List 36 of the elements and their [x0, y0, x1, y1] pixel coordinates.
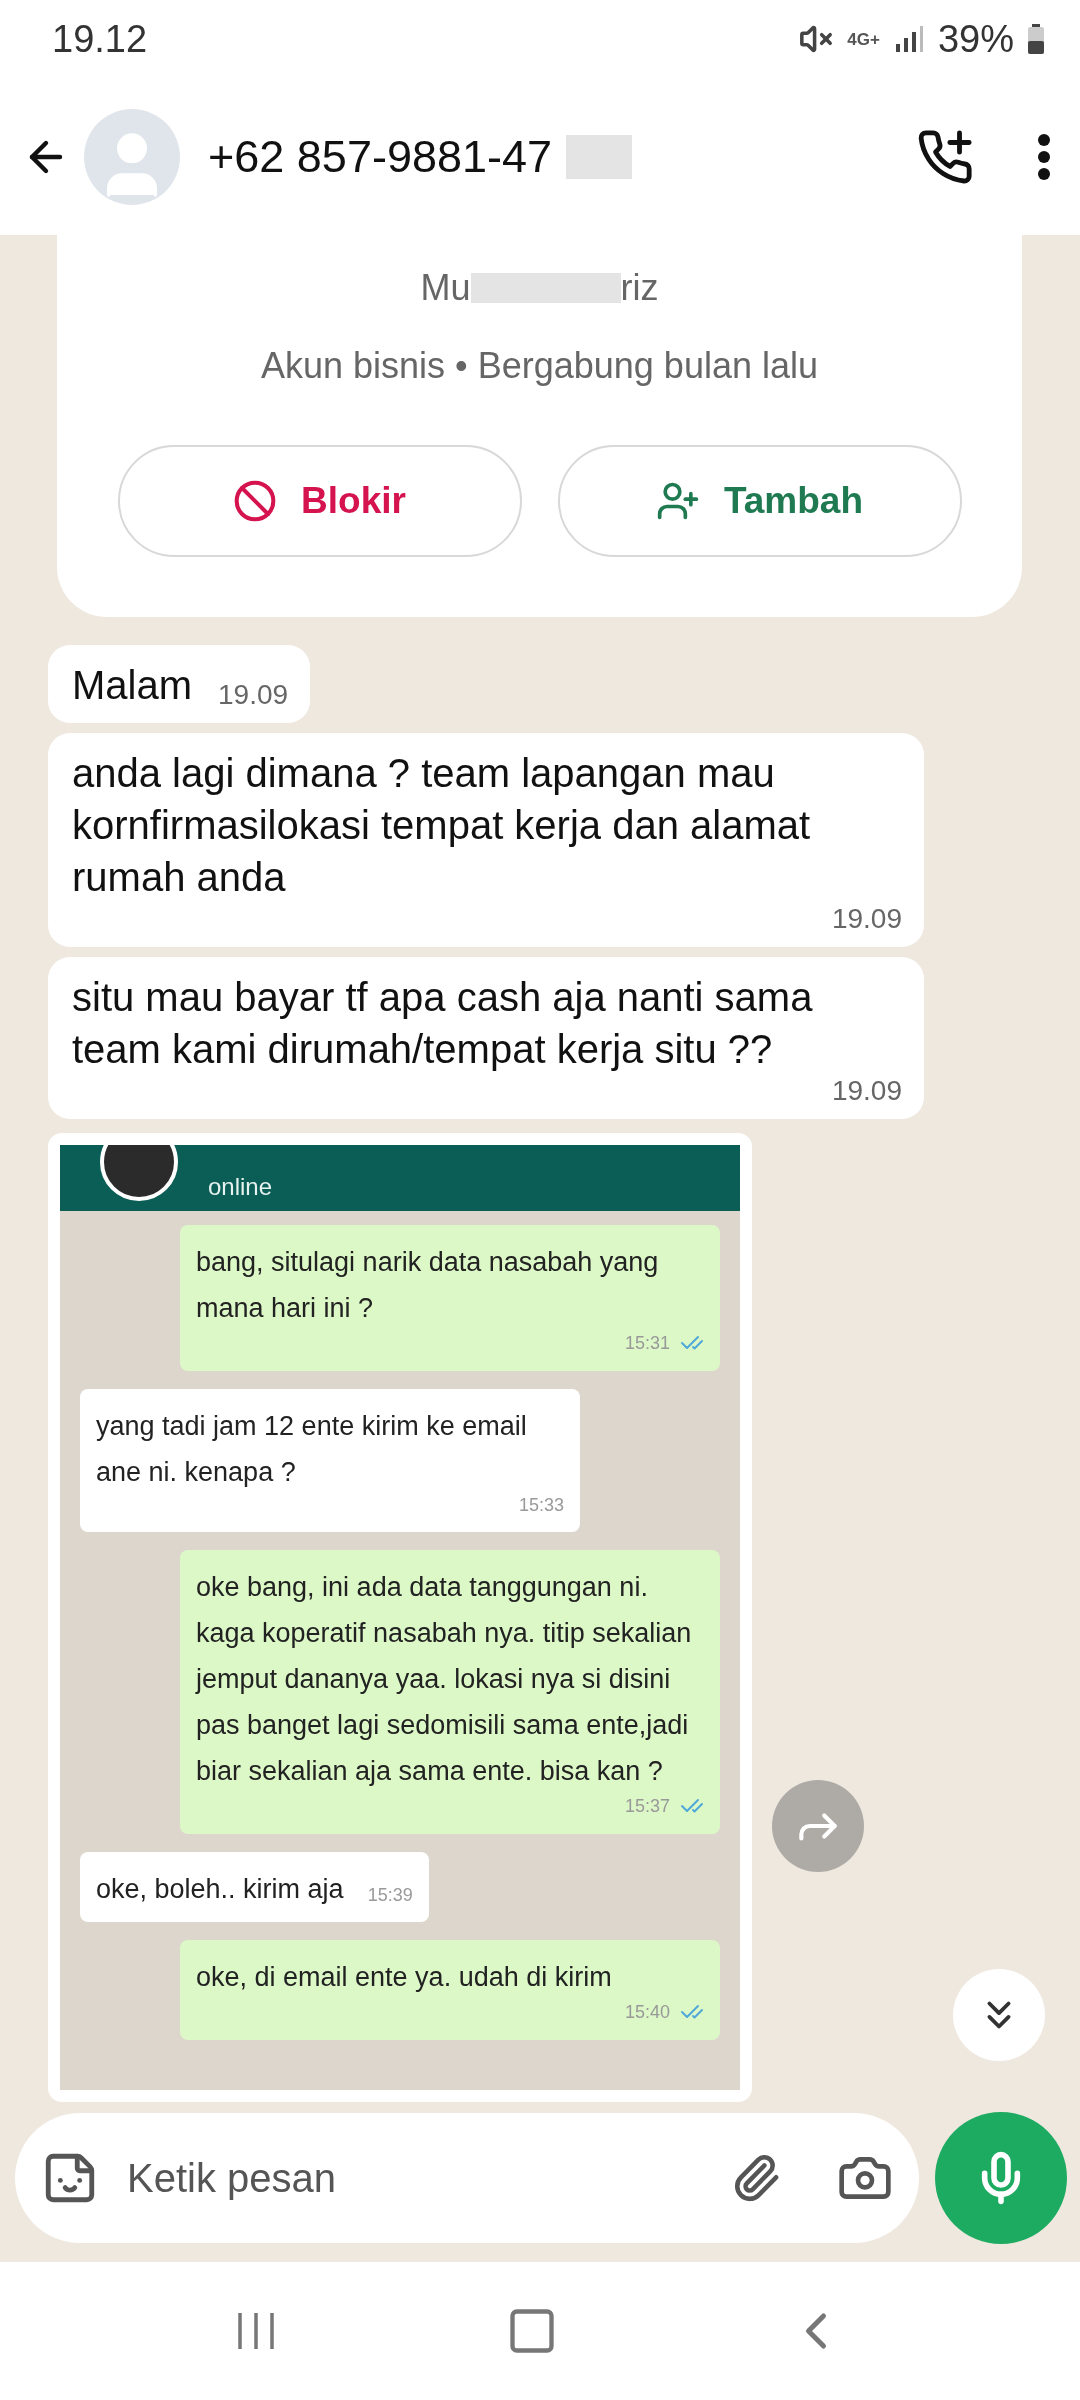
message-time: 19.09	[831, 1075, 902, 1107]
redaction-block	[566, 134, 633, 179]
block-button[interactable]: Blokir	[117, 445, 522, 557]
message-text: oke, boleh.. kirim aja	[96, 1873, 344, 1906]
message-text: situ mau bayar tf apa cash aja nanti sama team kami dirumah/tempat kerja situ ??	[72, 974, 814, 1073]
message-time: 19.09	[218, 679, 289, 711]
account-info: Akun bisnis • Bergabung bulan lalu	[261, 345, 818, 387]
message-text: oke, di email ente ya. udah di kirim	[196, 1961, 612, 1994]
contact-name: Mu	[420, 267, 471, 309]
battery-icon	[1028, 24, 1044, 54]
message-time: 19.09	[831, 903, 902, 935]
message-time: 15:37	[624, 1795, 670, 1817]
battery-level: 39%	[937, 17, 1014, 61]
message-text: bang, situlagi narik data nasabah yang mana hari ini ?	[196, 1246, 660, 1325]
menu-icon	[1038, 133, 1050, 180]
phone-plus-icon	[916, 127, 974, 186]
message-text: anda lagi dimana ? team lapangan mau kornfirmasilokasi tempat kerja dan alamat rumah anda	[72, 750, 812, 901]
message-input[interactable]: Ketik pesan	[125, 2154, 705, 2202]
status-time: 19.12	[52, 17, 148, 61]
network-type: 4G+	[847, 30, 880, 48]
add-call-button[interactable]	[916, 127, 974, 186]
contact-title[interactable]: +62 857-9881-47	[208, 130, 553, 183]
message-time: 15:33	[518, 1495, 564, 1516]
message-text: Malam	[72, 662, 193, 709]
signal-icon	[893, 24, 924, 54]
message-time: 15:39	[367, 1885, 413, 1906]
contact-name: riz	[620, 267, 659, 309]
menu-button[interactable]	[1038, 133, 1050, 180]
message-time: 15:40	[624, 2001, 670, 2023]
message-text: oke bang, ini ada data tanggungan ni. kaga koperatif nasabah nya. titip sekalian jemput dananya yaa. lokasi nya si disini pas banget lagi sedomisili sama ente,jadi biar sekalian aja sama ente. bisa kan ?	[196, 1571, 693, 1788]
block-icon	[233, 479, 278, 523]
message-time: 15:31	[624, 1332, 670, 1354]
message-text: yang tadi jam 12 ente kirim ke email ane ni. kenapa ?	[96, 1410, 528, 1489]
image-message[interactable]	[48, 1133, 752, 2102]
online-status: online	[208, 1173, 273, 1201]
add-contact-button[interactable]: Tambah	[557, 445, 962, 557]
